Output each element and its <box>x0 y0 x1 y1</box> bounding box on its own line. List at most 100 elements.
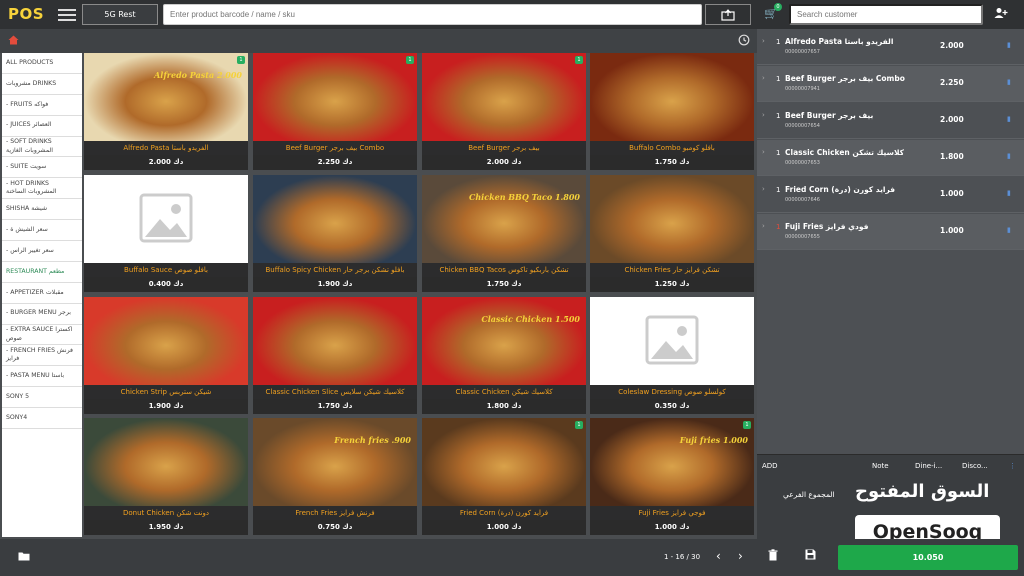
trash-icon[interactable] <box>768 549 778 564</box>
product-price: 1.950 دك <box>84 520 248 535</box>
category-item[interactable]: RESTAURANT مطعم <box>2 262 82 283</box>
folder-icon[interactable] <box>18 551 30 564</box>
watermark-arabic: السوق المفتوح <box>855 481 990 502</box>
product-count-badge: 1 <box>406 56 414 64</box>
cart-item-row[interactable]: › 1 Fuji Fries فودي فرايز 00000007655 1.000 ▮ <box>757 214 1024 250</box>
category-item[interactable]: - FRENCH FRIES فرنش فرايز <box>2 345 82 367</box>
product-price: 1.900 دك <box>84 399 248 414</box>
trash-icon[interactable]: ▮ <box>1007 226 1011 234</box>
trash-icon[interactable]: ▮ <box>1007 115 1011 123</box>
cart-item-code: 00000007646 <box>785 197 820 203</box>
cart-item-row[interactable]: › 1 Fried Corn (درة) فرايد كورن 00000007646… <box>757 177 1024 213</box>
cart-item-row[interactable]: › 1 Classic Chicken كلاسيك تشكن 00000007653… <box>757 140 1024 176</box>
cart-item-row[interactable]: › 1 Alfredo Pasta الفريدو باستا 00000007657… <box>757 29 1024 65</box>
product-tile[interactable]: 1 Beef Burger بيف برجر Combo 2.250 دك <box>253 53 417 170</box>
product-tile[interactable]: Alfredo Pasta 2.000 1 Alfredo Pasta الفريد… <box>84 53 248 170</box>
cart-item-qty: 1 <box>776 186 781 194</box>
chevron-right-icon[interactable]: › <box>762 111 765 119</box>
category-item[interactable]: - SUITE سويت <box>2 157 82 179</box>
category-item[interactable]: SHISHA شيشة <box>2 199 82 221</box>
add-button[interactable]: ADD <box>762 462 778 470</box>
product-price: 1.250 دك <box>590 277 754 292</box>
chevron-right-icon[interactable]: › <box>762 222 765 230</box>
category-item[interactable]: - SOFT DRINKS المشروبات الغازية <box>2 137 82 158</box>
product-price: 1.900 دك <box>253 277 417 292</box>
chevron-right-icon[interactable]: › <box>762 37 765 45</box>
cart-item-total: 1.000 <box>940 226 964 235</box>
cart-item-row[interactable]: › 1 Beef Burger بيف برجر Combo 00000007941 2… <box>757 66 1024 102</box>
product-tile[interactable]: Classic Chicken 1.500 Classic Chicken كلا… <box>422 297 586 414</box>
add-customer-icon[interactable] <box>994 7 1008 22</box>
category-item[interactable]: - HOT DRINKS المشروبات الساخنة <box>2 178 82 200</box>
product-tile[interactable]: Chicken BBQ Taco 1.800 Chicken BBQ Tacos … <box>422 175 586 292</box>
product-tile[interactable]: Chicken Strip شيكن ستربس 1.900 دك <box>84 297 248 414</box>
product-tile[interactable]: Donut Chicken دونت شكن 1.950 دك <box>84 418 248 535</box>
product-image <box>590 175 754 263</box>
pay-button[interactable]: 10.050 <box>838 545 1018 570</box>
more-options-icon[interactable]: ⋮ <box>1009 462 1016 470</box>
category-item[interactable]: SONY4 <box>2 408 82 430</box>
product-tile[interactable]: French fries .900 French Fries فرنش فرايز… <box>253 418 417 535</box>
product-tile[interactable]: Chicken Fries تشكن فرايز حار 1.250 دك <box>590 175 754 292</box>
category-item[interactable]: - سعر تغيير الراس <box>2 241 82 262</box>
product-name: Buffalo Spicy Chicken بافلو تشكن برجر حا… <box>253 263 417 277</box>
chevron-right-icon[interactable]: › <box>762 185 765 193</box>
cart-item-name: Beef Burger بيف برجر <box>785 111 874 120</box>
product-tile[interactable]: Classic Chicken Slice كلاسيك شيكن سلايس 1… <box>253 297 417 414</box>
cart-item-name: Fried Corn (درة) فرايد كورن <box>785 185 896 194</box>
product-tile[interactable]: 1 Fried Corn (درة) فرايد كورن 1.000 دك <box>422 418 586 535</box>
trash-icon[interactable]: ▮ <box>1007 78 1011 86</box>
scan-barcode-button[interactable] <box>705 4 751 25</box>
trash-icon[interactable]: ▮ <box>1007 41 1011 49</box>
product-name: Chicken Fries تشكن فرايز حار <box>590 263 754 277</box>
history-icon[interactable] <box>738 34 750 49</box>
product-overlay-text: French fries .900 <box>334 435 411 445</box>
category-item[interactable]: - PASTA MENU باستا <box>2 366 82 388</box>
category-item[interactable]: - JUICES العصائر <box>2 116 82 137</box>
home-icon[interactable] <box>8 35 19 48</box>
trash-icon[interactable]: ▮ <box>1007 152 1011 160</box>
product-tile[interactable]: 1 Beef Burger بيف برجر 2.000 دك <box>422 53 586 170</box>
product-image <box>422 53 586 141</box>
product-tile[interactable]: Buffalo Spicy Chicken بافلو تشكن برجر حا… <box>253 175 417 292</box>
category-item[interactable]: ALL PRODUCTS <box>2 53 82 74</box>
category-item[interactable]: - BURGER MENU برجر <box>2 304 82 325</box>
product-name: Alfredo Pasta الفريدو باستا <box>84 141 248 155</box>
dine-in-button[interactable]: Dine-i... <box>915 462 942 470</box>
hamburger-menu-icon[interactable] <box>58 6 76 22</box>
product-name: Chicken BBQ Tacos تشكن باربكيو تاكوس <box>422 263 586 277</box>
cart-item-code: 00000007653 <box>785 160 820 166</box>
category-item[interactable]: - FRUITS فواكه <box>2 95 82 116</box>
chevron-right-icon[interactable]: › <box>762 148 765 156</box>
category-item[interactable]: مشروبات DRINKS <box>2 74 82 95</box>
category-item[interactable]: SONY 5 <box>2 387 82 409</box>
cart-item-row[interactable]: › 1 Beef Burger بيف برجر 00000007654 2.000 ▮ <box>757 103 1024 139</box>
product-price: 2.000 دك <box>84 155 248 170</box>
chevron-right-icon[interactable]: › <box>738 549 743 563</box>
product-name: Donut Chicken دونت شكن <box>84 506 248 520</box>
chevron-right-icon[interactable]: › <box>762 74 765 82</box>
product-tile[interactable]: Buffalo Sauce بافلو صوص 0.400 دك <box>84 175 248 292</box>
bottom-bar <box>0 539 757 576</box>
cart-item-total: 2.250 <box>940 78 964 87</box>
branch-selector-button[interactable]: 5G Rest <box>82 4 158 25</box>
category-list: ALL PRODUCTS مشروبات DRINKS - FRUITS فواكه… <box>2 53 82 537</box>
product-tile[interactable]: Fuji fries 1.000 1 Fuji Fries فوجي فرايز 1.… <box>590 418 754 535</box>
note-button[interactable]: Note <box>872 462 889 470</box>
product-count-badge: 1 <box>575 56 583 64</box>
category-item[interactable]: - سعر الشيش ة <box>2 220 82 242</box>
chevron-left-icon[interactable]: ‹ <box>716 549 721 563</box>
cart-item-qty: 1 <box>776 223 781 231</box>
product-tile[interactable]: Buffalo Combo بافلو كومبو 1.750 دك <box>590 53 754 170</box>
save-icon[interactable] <box>805 549 816 563</box>
product-tile[interactable]: Coleslaw Dressing كولسلو صوص 0.350 دك <box>590 297 754 414</box>
discount-button[interactable]: Disco... <box>962 462 988 470</box>
category-item[interactable]: - APPETIZER مقبلات <box>2 283 82 304</box>
customer-search-input[interactable] <box>789 4 983 25</box>
product-search-input[interactable] <box>163 4 702 25</box>
product-image <box>590 53 754 141</box>
category-item[interactable]: - EXTRA SAUCE اكسترا صوص <box>2 325 82 346</box>
trash-icon[interactable]: ▮ <box>1007 189 1011 197</box>
product-price: 2.000 دك <box>422 155 586 170</box>
cart-item-code: 00000007657 <box>785 49 820 55</box>
